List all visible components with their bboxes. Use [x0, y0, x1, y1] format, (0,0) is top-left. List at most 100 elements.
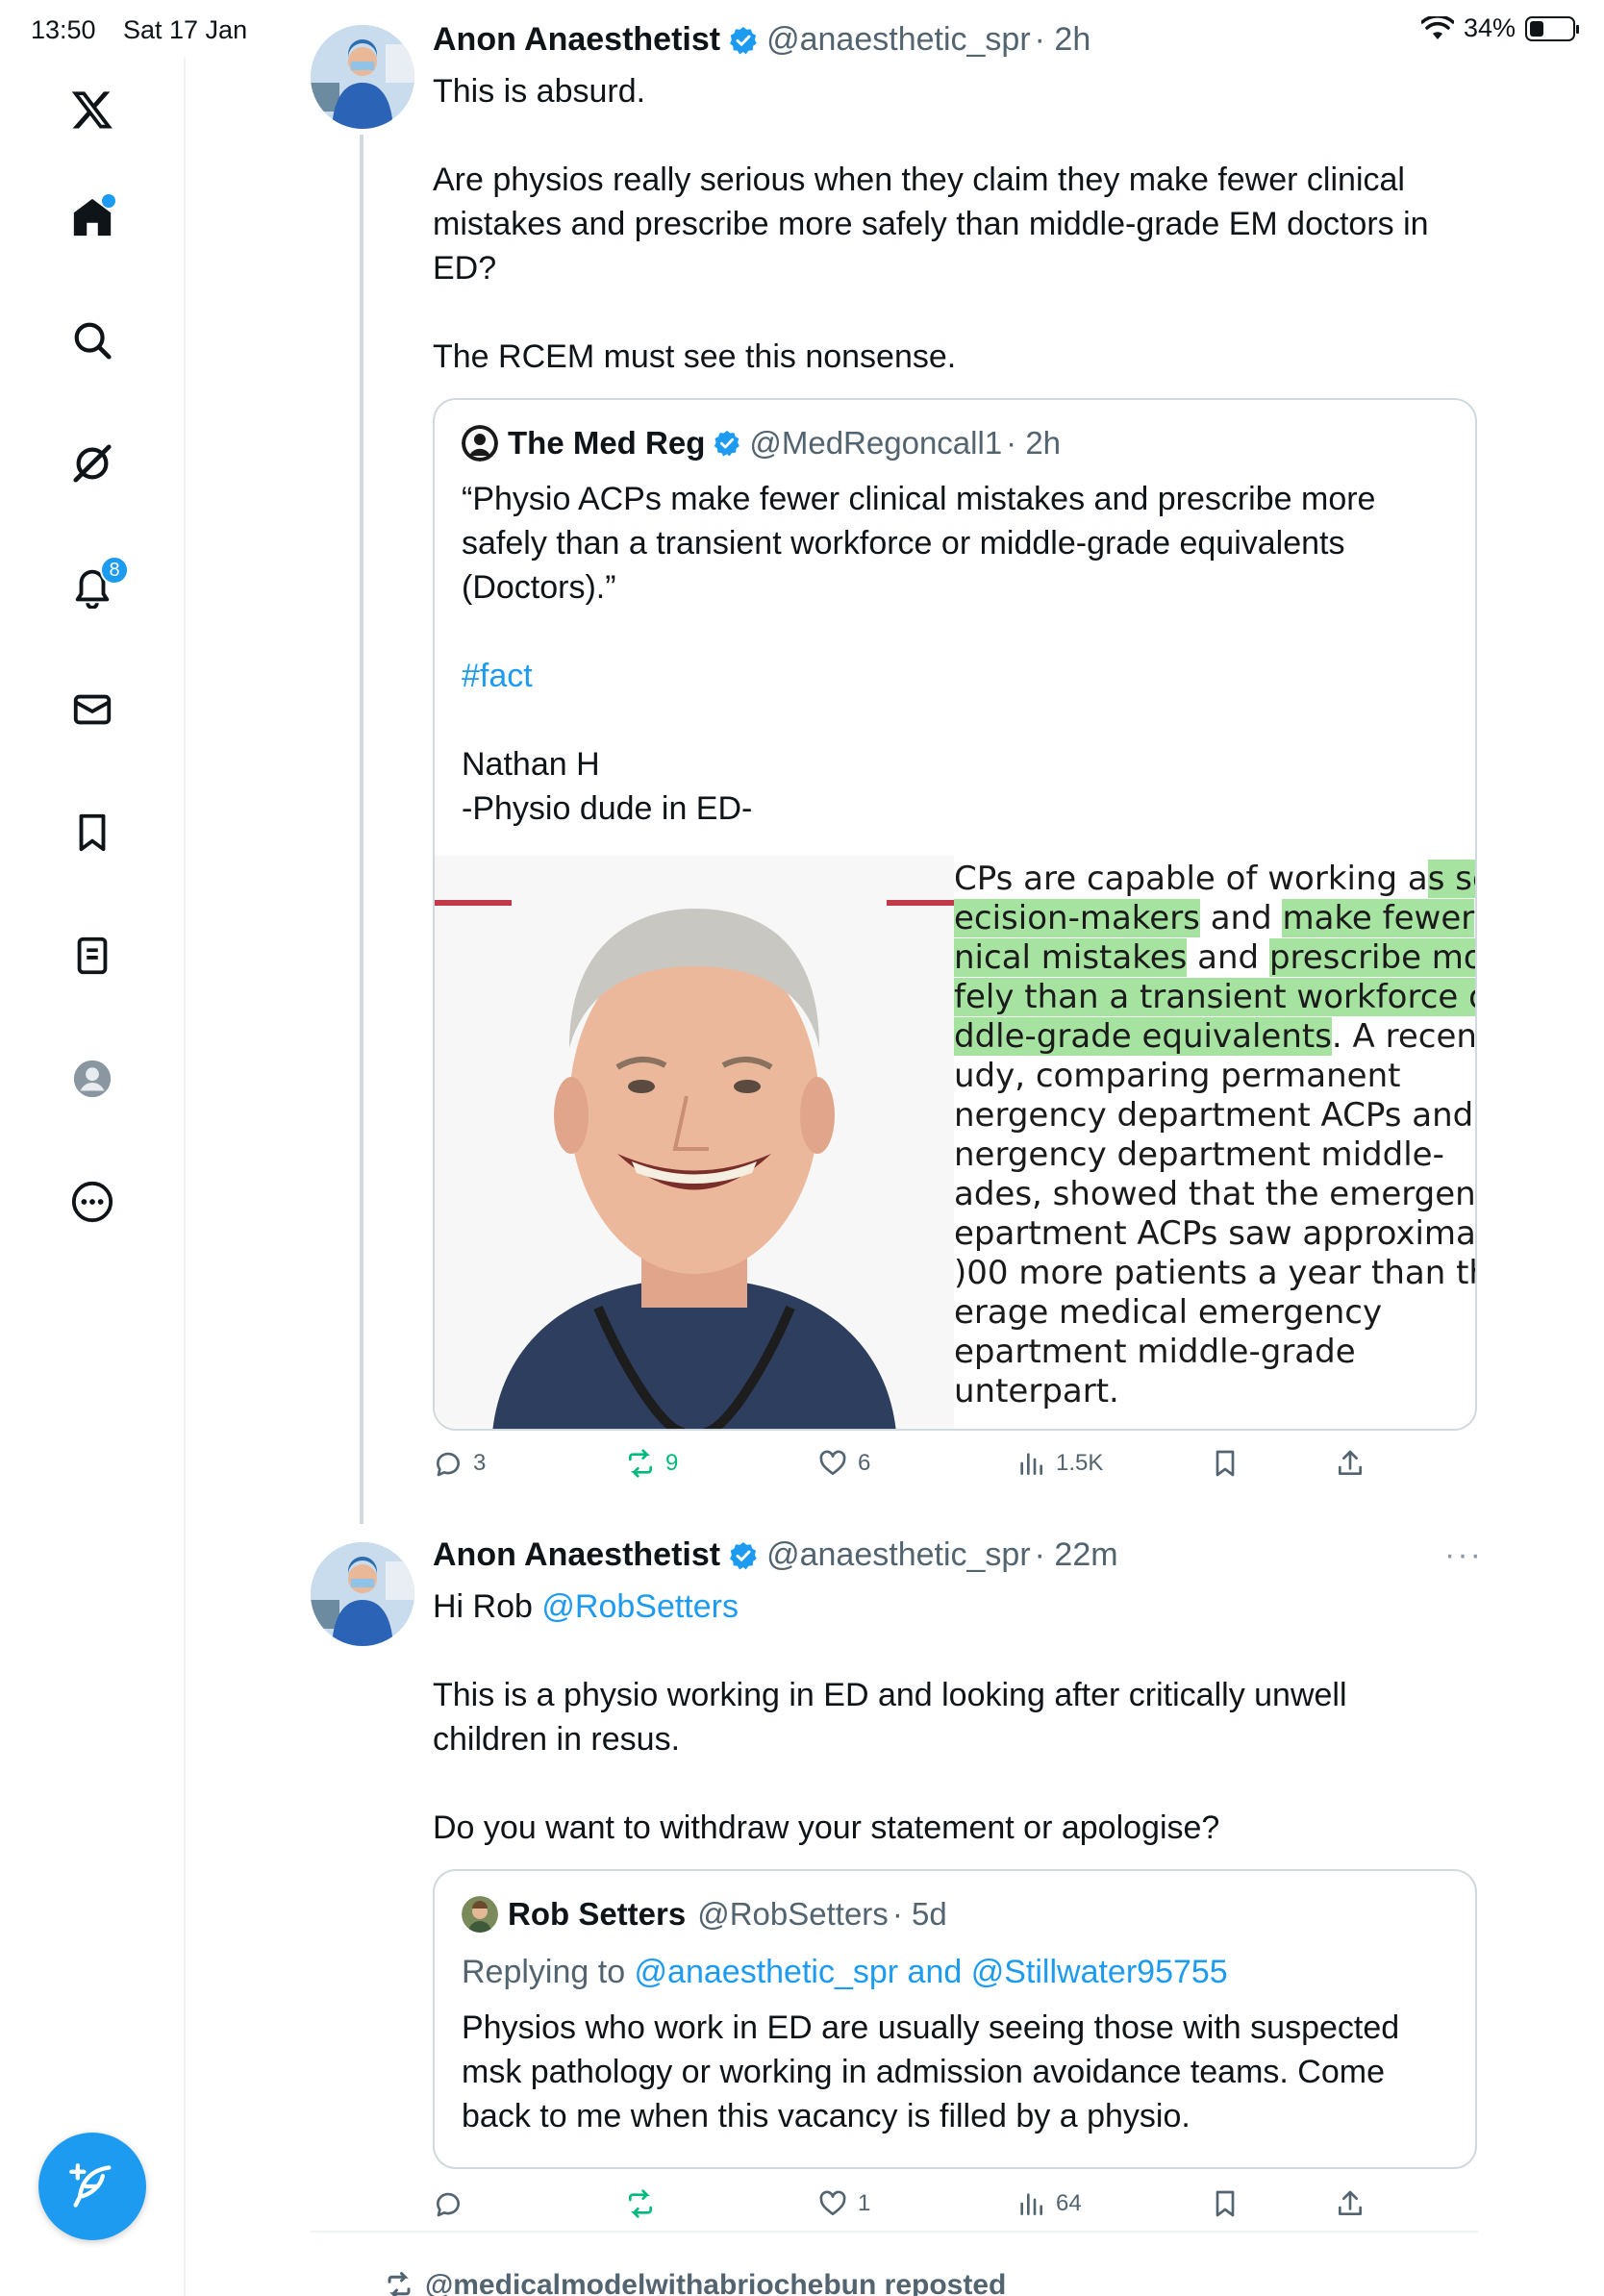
tweet-line: Are physios really serious when they cla… [433, 162, 1429, 287]
bookmark-icon [1216, 2190, 1235, 2217]
reply-count: 3 [473, 1450, 487, 1476]
status-time: 13:50 [31, 15, 96, 44]
quote-signature: -Physio dude in ED- [462, 790, 753, 827]
quote-text: Physios who work in ED are usually seein… [462, 2009, 1400, 2134]
replying-to-links: @anaesthetic_spr and @Stillwater95755 [634, 1954, 1228, 1990]
tweet-header: Anon Anaesthetist @anaesthetic_spr · 22m [433, 1536, 1118, 1574]
reposted-indicator[interactable]: @medicalmodelwithabriochebun reposted [385, 2269, 1006, 2296]
retweet-icon [629, 1449, 652, 1478]
like-count: 6 [858, 1450, 871, 1476]
like-count: 1 [858, 2190, 871, 2216]
document-excerpt: CPs are capable of working as senio ecis… [954, 856, 1475, 1429]
verified-badge-icon [714, 430, 740, 457]
author-name[interactable]: Anon Anaesthetist [433, 21, 720, 59]
reposted-by-text: @medicalmodelwithabriochebun reposted [425, 2269, 1007, 2296]
home-unread-dot [102, 194, 115, 208]
bookmark-icon [1216, 1450, 1235, 1477]
bookmark-button[interactable] [1210, 2188, 1241, 2219]
repost-icon [388, 2272, 411, 2296]
quote-time: · 5d [891, 1896, 947, 1932]
messages-icon[interactable] [62, 679, 123, 740]
reply-icon [437, 2192, 460, 2217]
quote-line: “Physio ACPs make fewer clinical mistake… [462, 481, 1376, 606]
quote-author-name: The Med Reg [508, 425, 706, 461]
views-button[interactable]: 1.5K [1015, 1448, 1103, 1479]
reply-button[interactable] [433, 2188, 473, 2219]
like-button[interactable]: 1 [817, 2188, 870, 2219]
quote-replying: Replying to @anaesthetic_spr and @Stillw… [462, 1954, 1228, 1990]
views-button[interactable]: 64 [1015, 2188, 1082, 2219]
heart-icon [819, 1450, 846, 1475]
lists-icon[interactable] [62, 925, 123, 986]
heart-icon [819, 2190, 846, 2215]
greeting-text: Hi Rob [433, 1588, 542, 1625]
grok-icon[interactable] [62, 433, 123, 494]
tweet-line: This is absurd. [433, 73, 646, 110]
notifications-badge: 8 [100, 556, 129, 585]
quoted-tweet[interactable]: The Med Reg @MedRegoncall1 · 2h “Physio … [433, 398, 1477, 1431]
views-icon [1020, 2193, 1042, 2215]
quote-author-name: Rob Setters [508, 1896, 687, 1932]
views-count: 64 [1056, 2190, 1082, 2216]
more-options-button[interactable]: ··· [1444, 1536, 1483, 1574]
x-logo-icon[interactable] [62, 79, 123, 140]
reply-icon [437, 1452, 460, 1477]
status-date: Sat 17 Jan [123, 15, 248, 44]
search-icon[interactable] [62, 310, 123, 371]
tweet-line: This is a physio working in ED and looki… [433, 1677, 1347, 1758]
thread-connector [360, 135, 363, 1524]
home-icon[interactable] [62, 187, 123, 248]
battery-icon [1525, 15, 1579, 41]
retweet-button[interactable] [625, 2188, 665, 2219]
quote-header: The Med Reg @MedRegoncall1 · 2h [462, 425, 1061, 462]
bookmark-button[interactable] [1210, 1448, 1241, 1479]
share-icon [1339, 2190, 1362, 2215]
retweet-button[interactable]: 9 [625, 1448, 678, 1479]
reply-button[interactable]: 3 [433, 1448, 486, 1479]
profile-icon[interactable] [62, 1048, 123, 1110]
notifications-icon[interactable]: 8 [62, 556, 129, 617]
tweet-text: This is absurd. Are physios really serio… [433, 69, 1491, 379]
quote-avatar [462, 1896, 498, 1933]
portrait-photo [435, 856, 954, 1429]
share-button[interactable] [1335, 2188, 1366, 2219]
share-icon [1339, 1450, 1362, 1475]
more-icon[interactable] [62, 1171, 123, 1233]
views-count: 1.5K [1056, 1450, 1104, 1476]
hashtag-link[interactable]: #fact [462, 654, 1423, 698]
views-icon [1020, 1453, 1042, 1475]
verified-badge-icon [730, 1541, 757, 1569]
wifi-icon [1420, 15, 1454, 39]
quote-media[interactable]: CPs are capable of working as senio ecis… [435, 856, 1475, 1429]
tweet-text: Hi Rob @RobSetters This is a physio work… [433, 1585, 1491, 1850]
compose-feather-icon [69, 2163, 112, 2208]
battery-percent: 34% [1463, 13, 1516, 42]
verified-badge-icon [730, 26, 757, 54]
compose-button[interactable] [38, 2133, 146, 2240]
retweet-count: 9 [665, 1450, 679, 1476]
quoted-tweet[interactable]: Rob Setters @RobSetters · 5d Replying to… [433, 1869, 1477, 2169]
quote-author-handle: @RobSetters [697, 1896, 889, 1932]
avatar[interactable] [311, 25, 414, 129]
like-button[interactable]: 6 [817, 1448, 870, 1479]
tweet-line: The RCEM must see this nonsense. [433, 338, 957, 375]
tweet-header: Anon Anaesthetist @anaesthetic_spr · 2h [433, 21, 1090, 59]
bookmarks-icon[interactable] [62, 802, 123, 863]
quote-signature: Nathan H [462, 746, 600, 783]
author-handle[interactable]: @anaesthetic_spr [766, 1536, 1031, 1574]
tweet-line: Do you want to withdraw your statement o… [433, 1809, 1220, 1846]
avatar[interactable] [311, 1542, 414, 1646]
author-name[interactable]: Anon Anaesthetist [433, 1536, 720, 1574]
author-handle[interactable]: @anaesthetic_spr [766, 21, 1031, 59]
tweet-time[interactable]: · 22m [1035, 1536, 1118, 1574]
share-button[interactable] [1335, 1448, 1366, 1479]
quote-avatar [462, 425, 498, 462]
tweet-divider [311, 2231, 1478, 2233]
tweet-time[interactable]: · 2h [1035, 21, 1091, 59]
quote-text: “Physio ACPs make fewer clinical mistake… [462, 477, 1423, 831]
mention-link[interactable]: @RobSetters [541, 1588, 739, 1625]
quote-header: Rob Setters @RobSetters · 5d [462, 1896, 947, 1933]
quote-author-handle: @MedRegoncall1 [749, 425, 1003, 461]
retweet-icon [629, 2189, 652, 2218]
status-right: 34% [1420, 13, 1579, 43]
